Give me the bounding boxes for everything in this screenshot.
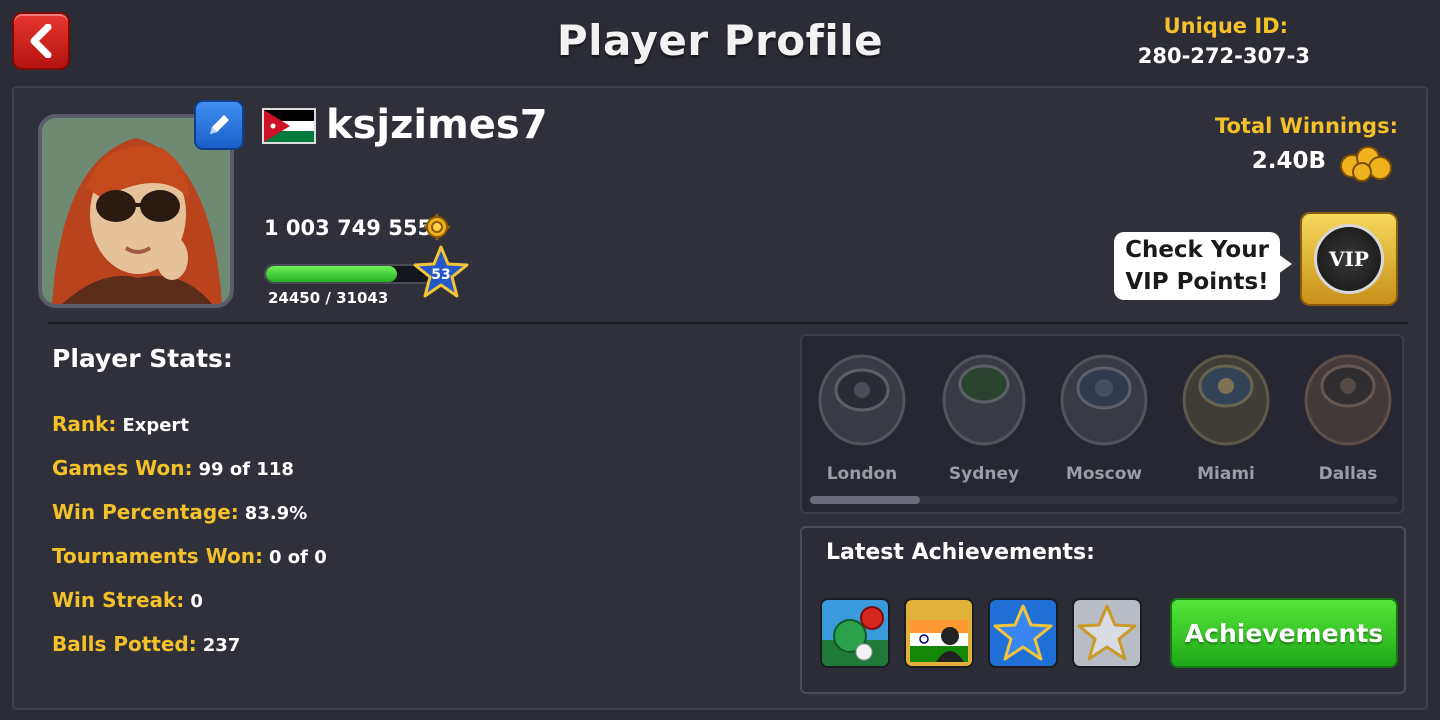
stat-label: Win Percentage:: [52, 500, 239, 524]
stat-value: 0 of 0: [268, 547, 327, 568]
stat-label: Rank:: [52, 412, 117, 436]
ring-london[interactable]: London: [812, 350, 912, 484]
ring-label: Miami: [1197, 464, 1255, 484]
unique-id-value: 280-272-307-3: [1137, 44, 1310, 68]
edit-profile-button[interactable]: [194, 100, 244, 150]
latest-achievements-title: Latest Achievements:: [826, 540, 1095, 565]
top-bar: Player Profile Unique ID: 280-272-307-3: [0, 0, 1440, 86]
vip-callout-line1: Check Your: [1125, 237, 1269, 263]
stat-tournaments-won: Tournaments Won: 0 of 0: [52, 544, 327, 568]
rings-carousel[interactable]: London Sydney Moscow Miami Dallas: [800, 334, 1404, 514]
ring-label: Sydney: [948, 464, 1020, 484]
coin-icon: [424, 214, 450, 240]
stat-value: 237: [202, 635, 241, 656]
stat-balls-potted: Balls Potted: 237: [52, 632, 240, 656]
stat-label: Balls Potted:: [52, 632, 197, 656]
vip-points-callout[interactable]: Check Your VIP Points!: [1114, 232, 1292, 300]
stat-win-percentage: Win Percentage: 83.9%: [52, 500, 307, 524]
total-winnings-label: Total Winnings:: [1214, 114, 1398, 138]
stat-label: Tournaments Won:: [52, 544, 263, 568]
stat-win-streak: Win Streak: 0: [52, 588, 203, 612]
coin-balance: 1 003 749 555: [264, 216, 433, 240]
section-divider: [48, 322, 1408, 324]
india-flag-achievement-icon: [906, 600, 972, 666]
xp-text: 24450 / 31043: [268, 289, 389, 307]
miami-ring-icon: [1182, 354, 1270, 446]
xp-progress-bar: [264, 264, 434, 284]
ring-dallas[interactable]: Dallas: [1298, 350, 1398, 484]
ring-label: Moscow: [1065, 464, 1143, 484]
stat-games-won: Games Won: 99 of 118: [52, 456, 294, 480]
achievement-2[interactable]: [904, 598, 974, 668]
unique-id-label: Unique ID:: [1163, 14, 1288, 38]
ring-label: Dallas: [1318, 464, 1378, 484]
stat-label: Games Won:: [52, 456, 193, 480]
achievements-button[interactable]: Achievements: [1170, 598, 1398, 668]
achievement-4[interactable]: [1072, 598, 1142, 668]
level-star-icon: 53: [413, 245, 469, 298]
vip-callout-line2: VIP Points!: [1125, 269, 1269, 295]
stat-value: 99 of 118: [198, 459, 294, 480]
sydney-ring-icon: [942, 354, 1026, 446]
moscow-ring-icon: [1060, 354, 1148, 446]
coin-stack-icon: [1340, 146, 1392, 182]
achievement-1[interactable]: [820, 598, 890, 668]
ring-moscow[interactable]: Moscow: [1054, 350, 1154, 484]
vip-badge-icon: VIP: [1314, 224, 1384, 294]
player-stats-title: Player Stats:: [52, 344, 233, 373]
latest-achievements-panel: Latest Achievements: Achievements: [800, 526, 1406, 694]
achievement-3[interactable]: [988, 598, 1058, 668]
vip-badge-text: VIP: [1329, 247, 1369, 271]
blue-star-achievement-icon: [990, 600, 1056, 666]
ring-sydney[interactable]: Sydney: [934, 350, 1034, 484]
stat-rank: Rank: Expert: [52, 412, 189, 436]
dallas-ring-icon: [1304, 354, 1392, 446]
username: ksjzimes7: [326, 102, 548, 148]
total-winnings-value: 2.40B: [1251, 148, 1326, 174]
stat-value: Expert: [122, 415, 189, 436]
pencil-icon: [210, 115, 229, 134]
rings-scrollbar[interactable]: [810, 496, 1398, 504]
country-flag-icon: [262, 108, 316, 144]
ring-label: London: [826, 464, 898, 484]
vip-button[interactable]: VIP: [1300, 212, 1398, 306]
level-badge: 53: [412, 244, 470, 302]
rings-scroll-thumb[interactable]: [810, 496, 920, 504]
silver-star-achievement-icon: [1074, 600, 1140, 666]
level-number: 53: [431, 267, 450, 283]
london-ring-icon: [818, 354, 906, 446]
stat-label: Win Streak:: [52, 588, 185, 612]
xp-progress-fill: [266, 266, 397, 282]
ring-miami[interactable]: Miami: [1176, 350, 1276, 484]
pool-balls-achievement-icon: [822, 600, 888, 666]
stat-value: 83.9%: [244, 503, 308, 524]
stat-value: 0: [190, 591, 203, 612]
